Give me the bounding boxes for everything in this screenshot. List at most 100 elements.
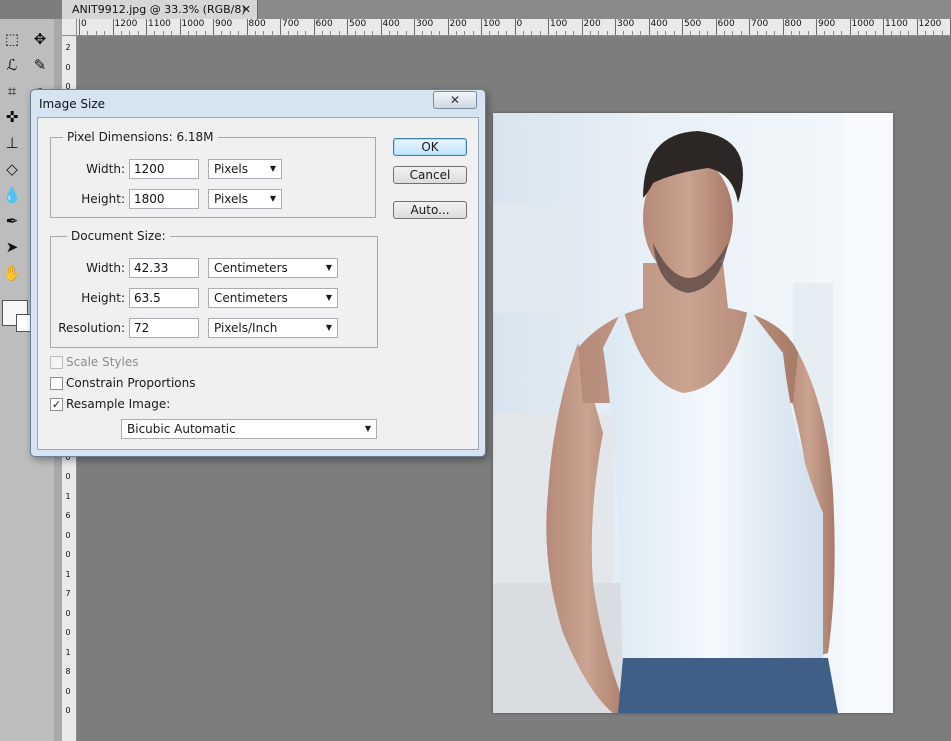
resolution-input[interactable]: 72 xyxy=(129,318,199,338)
ruler-minor-tick xyxy=(707,31,709,35)
ruler-label: 1 xyxy=(65,491,71,501)
ruler-minor-tick xyxy=(790,31,792,35)
ruler-minor-tick xyxy=(891,31,893,35)
resolution-unit-select[interactable]: Pixels/Inch ▼ xyxy=(208,318,338,338)
ruler-label: 200 xyxy=(449,19,467,29)
ruler-minor-tick xyxy=(229,31,231,35)
ruler-minor-tick xyxy=(338,31,340,35)
dialog-close-button[interactable]: ✕ xyxy=(433,91,477,109)
ruler-minor-tick xyxy=(673,31,675,35)
ruler-minor-tick xyxy=(924,31,926,35)
ruler-minor-tick xyxy=(606,31,608,35)
ruler-minor-tick xyxy=(857,31,859,35)
blur-icon[interactable]: 💧 xyxy=(0,183,24,207)
chevron-down-icon: ▼ xyxy=(325,293,332,302)
ruler-origin[interactable] xyxy=(62,19,77,36)
horizontal-ruler[interactable]: 0 1200 1100 1000 900 800 700 600 500 400 300 200 100… xyxy=(62,19,951,36)
ruler-minor-tick xyxy=(355,31,357,35)
ruler-minor-tick xyxy=(556,31,558,35)
doc-width-input[interactable]: 42.33 xyxy=(129,258,199,278)
scale-styles-label: Scale Styles xyxy=(66,355,139,369)
close-tab-icon[interactable]: ✕ xyxy=(242,0,251,19)
canvas-image[interactable] xyxy=(493,113,893,713)
checkmark-icon: ✓ xyxy=(51,398,62,411)
hand-icon[interactable]: ✋ xyxy=(0,261,24,285)
cancel-button[interactable]: Cancel xyxy=(393,166,467,184)
move-icon[interactable]: ✥ xyxy=(28,27,52,51)
ok-button[interactable]: OK xyxy=(393,138,467,156)
marquee-icon[interactable]: ⬚ xyxy=(0,27,24,51)
ruler-minor-tick xyxy=(757,31,759,35)
dialog-titlebar[interactable]: Image Size ✕ xyxy=(31,90,485,116)
ruler-label: 200 xyxy=(583,19,601,29)
ruler-minor-tick xyxy=(623,31,625,35)
crop-icon[interactable]: ⌗ xyxy=(0,79,24,103)
auto-button[interactable]: Auto... xyxy=(393,201,467,219)
ruler-minor-tick xyxy=(933,31,935,35)
doc-height-input[interactable]: 63.5 xyxy=(129,288,199,308)
ruler-minor-tick xyxy=(497,31,499,35)
pixel-height-input[interactable]: 1800 xyxy=(129,189,199,209)
ruler-minor-tick xyxy=(271,31,273,35)
ruler-minor-tick xyxy=(321,31,323,35)
ruler-minor-tick xyxy=(740,31,742,35)
image-size-dialog: Image Size ✕ Pixel Dimensions: 6.18M Wid… xyxy=(30,89,486,457)
pen-icon[interactable]: ✒ xyxy=(0,209,24,233)
ruler-minor-tick xyxy=(799,31,801,35)
ruler-minor-tick xyxy=(196,31,198,35)
ruler-minor-tick xyxy=(698,31,700,35)
ruler-minor-tick xyxy=(464,31,466,35)
ruler-minor-tick xyxy=(832,31,834,35)
ruler-minor-tick xyxy=(665,31,667,35)
ruler-minor-tick xyxy=(254,31,256,35)
ruler-minor-tick xyxy=(824,31,826,35)
chevron-down-icon: ▼ xyxy=(269,164,276,173)
doc-height-unit-value: Centimeters xyxy=(214,291,288,305)
resample-method-select[interactable]: Bicubic Automatic ▼ xyxy=(121,419,377,439)
resample-image-checkbox[interactable]: ✓ xyxy=(50,398,63,411)
ruler-label: 700 xyxy=(282,19,300,29)
eraser-icon[interactable]: ◇ xyxy=(0,157,24,181)
healing-icon[interactable]: ✜ xyxy=(0,105,24,129)
constrain-proportions-label[interactable]: Constrain Proportions xyxy=(66,376,196,390)
dialog-title: Image Size xyxy=(39,97,106,111)
ruler-label: 700 xyxy=(751,19,769,29)
photo-illustration xyxy=(493,113,893,713)
document-tab[interactable]: ANIT9912.jpg @ 33.3% (RGB/8) ✕ xyxy=(62,0,258,19)
quick-select-icon[interactable]: ✎ xyxy=(28,53,52,77)
ruler-minor-tick xyxy=(95,31,97,35)
stamp-icon[interactable]: ⊥ xyxy=(0,131,24,155)
ruler-minor-tick xyxy=(129,31,131,35)
dialog-body: Pixel Dimensions: 6.18M Width: 1200 Pixe… xyxy=(37,117,479,450)
ruler-label: 7 xyxy=(65,589,71,598)
ruler-label: 0 xyxy=(65,608,71,618)
ruler-minor-tick xyxy=(908,31,910,35)
ruler-label: 1200 xyxy=(114,19,138,29)
ruler-label: 2 xyxy=(65,43,71,52)
ruler-minor-tick xyxy=(330,31,332,35)
pixel-width-unit-select[interactable]: Pixels ▼ xyxy=(208,159,282,179)
pixel-width-input[interactable]: 1200 xyxy=(129,159,199,179)
ruler-label: 1100 xyxy=(885,19,908,29)
ruler-label: 0 xyxy=(65,686,71,696)
ruler-minor-tick xyxy=(422,31,424,35)
ruler-label: 0 xyxy=(516,19,523,29)
pixel-height-unit-select[interactable]: Pixels ▼ xyxy=(208,189,282,209)
lasso-icon[interactable]: ℒ xyxy=(0,53,24,77)
ruler-minor-tick xyxy=(137,31,139,35)
doc-height-unit-select[interactable]: Centimeters ▼ xyxy=(208,288,338,308)
ruler-minor-tick xyxy=(154,31,156,35)
ruler-minor-tick xyxy=(263,31,265,35)
ruler-minor-tick xyxy=(238,31,240,35)
pixel-width-label: Width: xyxy=(86,162,125,176)
doc-width-label: Width: xyxy=(86,261,125,275)
path-select-icon[interactable]: ➤ xyxy=(0,235,24,259)
ruler-minor-tick xyxy=(765,31,767,35)
ruler-minor-tick xyxy=(774,31,776,35)
ruler-minor-tick xyxy=(439,31,441,35)
pixel-dimensions-group: Pixel Dimensions: 6.18M Width: 1200 Pixe… xyxy=(50,130,376,218)
doc-width-unit-select[interactable]: Centimeters ▼ xyxy=(208,258,338,278)
resample-image-label[interactable]: Resample Image: xyxy=(66,397,170,411)
ruler-minor-tick xyxy=(506,31,508,35)
constrain-proportions-checkbox[interactable] xyxy=(50,377,63,390)
